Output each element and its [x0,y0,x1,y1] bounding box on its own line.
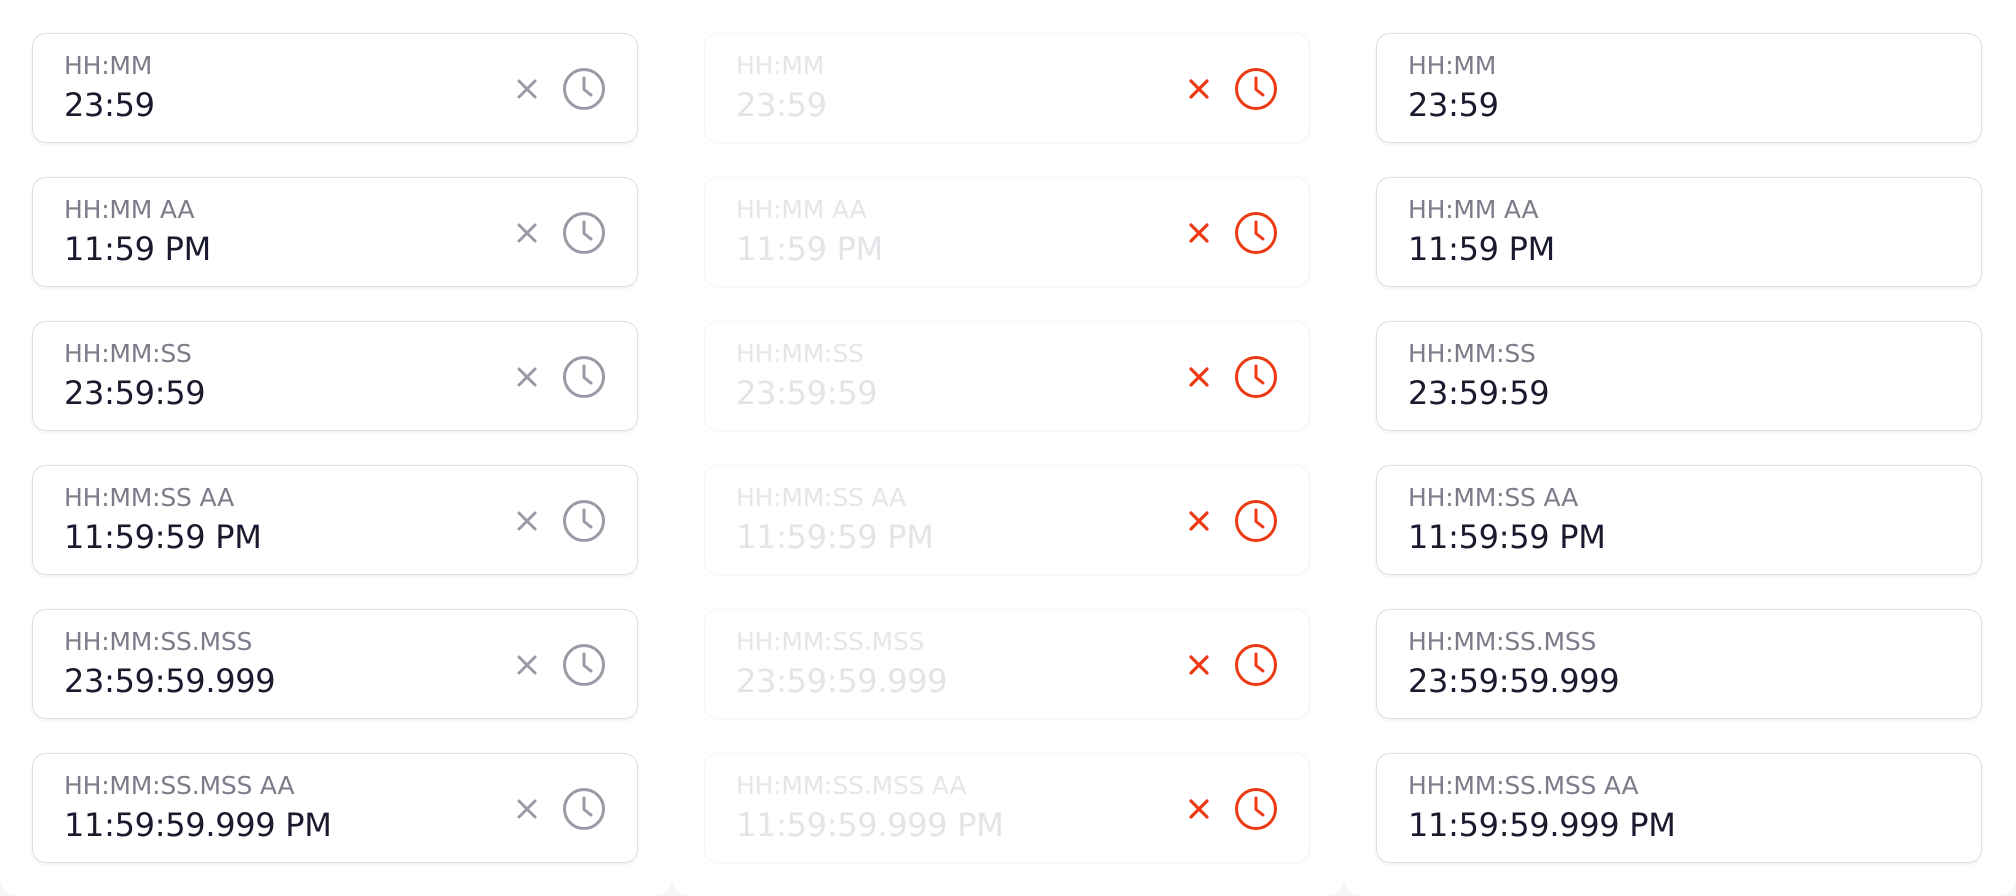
time-value[interactable]: 11:59:59.999 PM [1408,806,1676,844]
time-format-label: HH:MM:SS AA [1408,483,1578,512]
clock-icon[interactable] [1234,355,1278,399]
close-icon[interactable] [1183,505,1215,537]
clock-icon[interactable] [562,643,606,687]
time-format-label: HH:MM AA [736,195,867,224]
time-value[interactable]: 23:59:59 [1408,374,1550,412]
time-format-label: HH:MM:SS [736,339,864,368]
clock-icon[interactable] [1234,643,1278,687]
time-input-hh-mm-ss-mss-aa: HH:MM:SS.MSS AA 11:59:59.999 PM [704,753,1310,863]
clock-icon[interactable] [1234,787,1278,831]
close-icon[interactable] [1183,649,1215,681]
time-format-label: HH:MM:SS AA [736,483,906,512]
time-format-label: HH:MM [736,51,825,80]
time-input-hh-mm-ss-mss: HH:MM:SS.MSS 23:59:59.999 [704,609,1310,719]
time-value[interactable]: 11:59 PM [1408,230,1555,268]
clock-icon[interactable] [1234,499,1278,543]
time-input-showcase: HH:MM 23:59 HH:MM AA 11:59 PM HH:MM:SS 2… [0,0,2016,896]
time-format-label: HH:MM:SS.MSS AA [1408,771,1639,800]
time-input-hh-mm-ss-aa[interactable]: HH:MM:SS AA 11:59:59 PM [32,465,638,575]
time-value[interactable]: 11:59:59.999 PM [64,806,332,844]
time-input-hh-mm-ss-aa[interactable]: HH:MM:SS AA 11:59:59 PM [1376,465,1982,575]
time-format-label: HH:MM:SS.MSS AA [736,771,967,800]
close-icon[interactable] [511,649,543,681]
close-icon[interactable] [511,217,543,249]
time-input-hh-mm-ss-aa: HH:MM:SS AA 11:59:59 PM [704,465,1310,575]
time-value[interactable]: 23:59:59 [64,374,206,412]
time-value: 11:59:59.999 PM [736,806,1004,844]
close-icon[interactable] [511,361,543,393]
time-value: 23:59 [736,86,827,124]
time-input-column-default: HH:MM 23:59 HH:MM AA 11:59 PM HH:MM:SS 2… [0,0,672,896]
time-value: 23:59:59 [736,374,878,412]
close-icon[interactable] [1183,793,1215,825]
time-input-hh-mm-ss[interactable]: HH:MM:SS 23:59:59 [32,321,638,431]
time-input-hh-mm-aa[interactable]: HH:MM AA 11:59 PM [1376,177,1982,287]
close-icon[interactable] [1183,73,1215,105]
close-icon[interactable] [511,793,543,825]
time-input-hh-mm-ss-mss[interactable]: HH:MM:SS.MSS 23:59:59.999 [1376,609,1982,719]
time-format-label: HH:MM [64,51,153,80]
time-format-label: HH:MM [1408,51,1497,80]
time-format-label: HH:MM:SS.MSS [736,627,925,656]
time-value: 23:59:59.999 [736,662,948,700]
time-value[interactable]: 11:59:59 PM [64,518,262,556]
time-value[interactable]: 11:59 PM [64,230,211,268]
time-value: 11:59 PM [736,230,883,268]
time-format-label: HH:MM AA [64,195,195,224]
time-format-label: HH:MM:SS [1408,339,1536,368]
time-value[interactable]: 23:59 [64,86,155,124]
time-input-hh-mm-aa: HH:MM AA 11:59 PM [704,177,1310,287]
time-input-hh-mm-ss-mss[interactable]: HH:MM:SS.MSS 23:59:59.999 [32,609,638,719]
close-icon[interactable] [1183,217,1215,249]
clock-icon[interactable] [562,499,606,543]
time-value[interactable]: 23:59:59.999 [1408,662,1620,700]
clock-icon[interactable] [1234,211,1278,255]
time-input-hh-mm[interactable]: HH:MM 23:59 [32,33,638,143]
time-format-label: HH:MM AA [1408,195,1539,224]
clock-icon[interactable] [562,787,606,831]
time-input-hh-mm-ss[interactable]: HH:MM:SS 23:59:59 [1376,321,1982,431]
time-input-hh-mm: HH:MM 23:59 [704,33,1310,143]
time-input-hh-mm-ss-mss-aa[interactable]: HH:MM:SS.MSS AA 11:59:59.999 PM [32,753,638,863]
time-value[interactable]: 23:59 [1408,86,1499,124]
time-input-hh-mm-ss-mss-aa[interactable]: HH:MM:SS.MSS AA 11:59:59.999 PM [1376,753,1982,863]
time-input-hh-mm[interactable]: HH:MM 23:59 [1376,33,1982,143]
time-input-hh-mm-aa[interactable]: HH:MM AA 11:59 PM [32,177,638,287]
close-icon[interactable] [511,505,543,537]
time-input-hh-mm-ss: HH:MM:SS 23:59:59 [704,321,1310,431]
clock-icon[interactable] [562,67,606,111]
clock-icon[interactable] [562,211,606,255]
time-value: 11:59:59 PM [736,518,934,556]
time-input-column-disabled: HH:MM 23:59 HH:MM AA 11:59 PM HH:MM:SS 2… [672,0,1344,896]
time-value[interactable]: 11:59:59 PM [1408,518,1606,556]
time-format-label: HH:MM:SS.MSS [1408,627,1597,656]
clock-icon[interactable] [1234,67,1278,111]
time-value[interactable]: 23:59:59.999 [64,662,276,700]
time-format-label: HH:MM:SS [64,339,192,368]
close-icon[interactable] [511,73,543,105]
time-input-column-plain: HH:MM 23:59 HH:MM AA 11:59 PM HH:MM:SS 2… [1344,0,2016,896]
time-format-label: HH:MM:SS.MSS [64,627,253,656]
time-format-label: HH:MM:SS AA [64,483,234,512]
clock-icon[interactable] [562,355,606,399]
close-icon[interactable] [1183,361,1215,393]
time-format-label: HH:MM:SS.MSS AA [64,771,295,800]
